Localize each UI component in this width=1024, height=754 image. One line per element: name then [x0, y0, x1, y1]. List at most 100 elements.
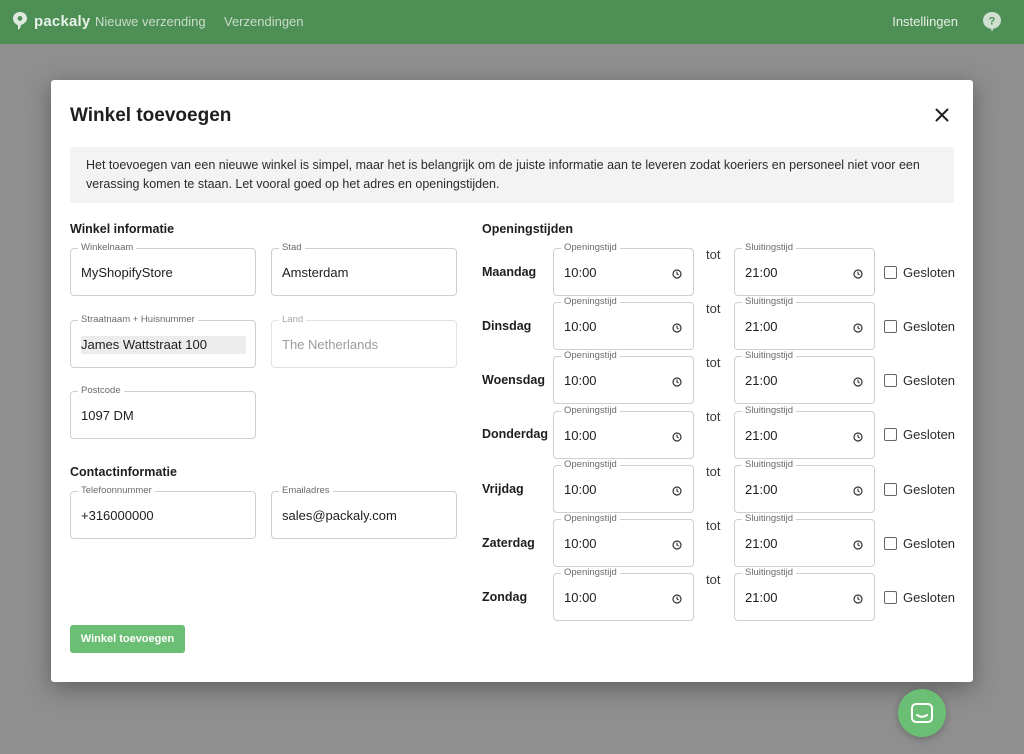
phone-field[interactable]: Telefoonnummer +316000000	[70, 485, 256, 539]
closing-time-label: Sluitingstijd	[742, 513, 797, 525]
store-name-value[interactable]: MyShopifyStore	[81, 264, 245, 282]
opening-time-input[interactable]: Openingstijd 10:00	[553, 567, 694, 621]
city-value[interactable]: Amsterdam	[282, 264, 446, 282]
closing-time-label: Sluitingstijd	[742, 567, 797, 579]
postcode-field[interactable]: Postcode 1097 DM	[70, 385, 256, 439]
opening-time-input[interactable]: Openingstijd 10:00	[553, 350, 694, 404]
opening-time-label: Openingstijd	[561, 459, 620, 471]
to-label: tot	[706, 572, 721, 587]
closed-checkbox[interactable]	[884, 483, 897, 496]
closing-time-value[interactable]: 21:00	[745, 427, 864, 445]
clock-icon[interactable]	[853, 269, 863, 279]
city-field[interactable]: Stad Amsterdam	[271, 242, 457, 296]
closed-toggle[interactable]: Gesloten	[884, 482, 955, 497]
contact-info-heading: Contactinformatie	[70, 465, 177, 479]
closed-checkbox[interactable]	[884, 266, 897, 279]
pin-icon	[13, 12, 27, 30]
closing-time-value[interactable]: 21:00	[745, 318, 864, 336]
closed-toggle[interactable]: Gesloten	[884, 373, 955, 388]
store-name-field[interactable]: Winkelnaam MyShopifyStore	[70, 242, 256, 296]
closing-time-input[interactable]: Sluitingstijd 21:00	[734, 350, 875, 404]
street-field[interactable]: Straatnaam + Huisnummer James Wattstraat…	[70, 314, 256, 368]
closing-time-value[interactable]: 21:00	[745, 481, 864, 499]
closed-label: Gesloten	[903, 482, 956, 497]
closing-time-value[interactable]: 21:00	[745, 535, 864, 553]
closed-checkbox[interactable]	[884, 428, 897, 441]
closing-time-label: Sluitingstijd	[742, 459, 797, 471]
closing-time-input[interactable]: Sluitingstijd 21:00	[734, 567, 875, 621]
closing-time-input[interactable]: Sluitingstijd 21:00	[734, 459, 875, 513]
closing-time-input[interactable]: Sluitingstijd 21:00	[734, 405, 875, 459]
closed-checkbox[interactable]	[884, 591, 897, 604]
closing-time-input[interactable]: Sluitingstijd 21:00	[734, 242, 875, 296]
street-label: Straatnaam + Huisnummer	[78, 314, 198, 326]
chat-launcher-button[interactable]	[898, 689, 946, 737]
closed-checkbox[interactable]	[884, 320, 897, 333]
closing-time-input[interactable]: Sluitingstijd 21:00	[734, 296, 875, 350]
closing-time-value[interactable]: 21:00	[745, 589, 864, 607]
closed-checkbox[interactable]	[884, 374, 897, 387]
opening-time-input[interactable]: Openingstijd 10:00	[553, 513, 694, 567]
store-info-heading: Winkel informatie	[70, 222, 175, 236]
closing-time-label: Sluitingstijd	[742, 242, 797, 254]
opening-time-value[interactable]: 10:00	[564, 589, 683, 607]
phone-value[interactable]: +316000000	[81, 507, 245, 525]
clock-icon[interactable]	[672, 323, 682, 333]
info-message: Het toevoegen van een nieuwe winkel is s…	[70, 147, 954, 203]
nav-shipments[interactable]: Verzendingen	[224, 14, 304, 29]
email-value[interactable]: sales@packaly.com	[282, 507, 446, 525]
opening-time-value[interactable]: 10:00	[564, 318, 683, 336]
opening-time-input[interactable]: Openingstijd 10:00	[553, 459, 694, 513]
clock-icon[interactable]	[672, 377, 682, 387]
closing-time-label: Sluitingstijd	[742, 350, 797, 362]
closing-time-label: Sluitingstijd	[742, 405, 797, 417]
closed-label: Gesloten	[903, 590, 956, 605]
closed-toggle[interactable]: Gesloten	[884, 427, 955, 442]
day-label: Woensdag	[482, 373, 545, 387]
closing-time-value[interactable]: 21:00	[745, 264, 864, 282]
opening-time-value[interactable]: 10:00	[564, 372, 683, 390]
clock-icon[interactable]	[672, 486, 682, 496]
clock-icon[interactable]	[672, 432, 682, 442]
clock-icon[interactable]	[672, 594, 682, 604]
clock-icon[interactable]	[853, 377, 863, 387]
help-icon[interactable]: ?	[982, 11, 1002, 33]
opening-time-label: Openingstijd	[561, 296, 620, 308]
day-label: Zaterdag	[482, 536, 535, 550]
email-label: Emailadres	[279, 485, 333, 497]
closed-toggle[interactable]: Gesloten	[884, 265, 955, 280]
day-label: Maandag	[482, 265, 537, 279]
closed-toggle[interactable]: Gesloten	[884, 536, 955, 551]
opening-time-value[interactable]: 10:00	[564, 264, 683, 282]
clock-icon[interactable]	[853, 323, 863, 333]
opening-time-label: Openingstijd	[561, 242, 620, 254]
closed-toggle[interactable]: Gesloten	[884, 590, 955, 605]
opening-time-value[interactable]: 10:00	[564, 427, 683, 445]
closing-time-input[interactable]: Sluitingstijd 21:00	[734, 513, 875, 567]
add-store-button[interactable]: Winkel toevoegen	[70, 625, 185, 653]
opening-time-input[interactable]: Openingstijd 10:00	[553, 296, 694, 350]
closing-time-value[interactable]: 21:00	[745, 372, 864, 390]
opening-time-input[interactable]: Openingstijd 10:00	[553, 405, 694, 459]
closed-toggle[interactable]: Gesloten	[884, 319, 955, 334]
clock-icon[interactable]	[672, 269, 682, 279]
clock-icon[interactable]	[853, 432, 863, 442]
email-field[interactable]: Emailadres sales@packaly.com	[271, 485, 457, 539]
closed-checkbox[interactable]	[884, 537, 897, 550]
street-value[interactable]: James Wattstraat 100	[81, 336, 246, 354]
to-label: tot	[706, 301, 721, 316]
chat-icon	[911, 703, 933, 723]
brand-logo[interactable]: packaly	[12, 11, 90, 31]
opening-time-value[interactable]: 10:00	[564, 535, 683, 553]
clock-icon[interactable]	[853, 486, 863, 496]
nav-settings[interactable]: Instellingen	[892, 14, 958, 29]
close-icon[interactable]	[933, 106, 951, 124]
country-value: The Netherlands	[282, 337, 379, 352]
opening-time-value[interactable]: 10:00	[564, 481, 683, 499]
nav-new-shipment[interactable]: Nieuwe verzending	[95, 14, 206, 29]
postcode-value[interactable]: 1097 DM	[81, 407, 245, 425]
clock-icon[interactable]	[853, 594, 863, 604]
clock-icon[interactable]	[672, 540, 682, 550]
opening-time-input[interactable]: Openingstijd 10:00	[553, 242, 694, 296]
clock-icon[interactable]	[853, 540, 863, 550]
